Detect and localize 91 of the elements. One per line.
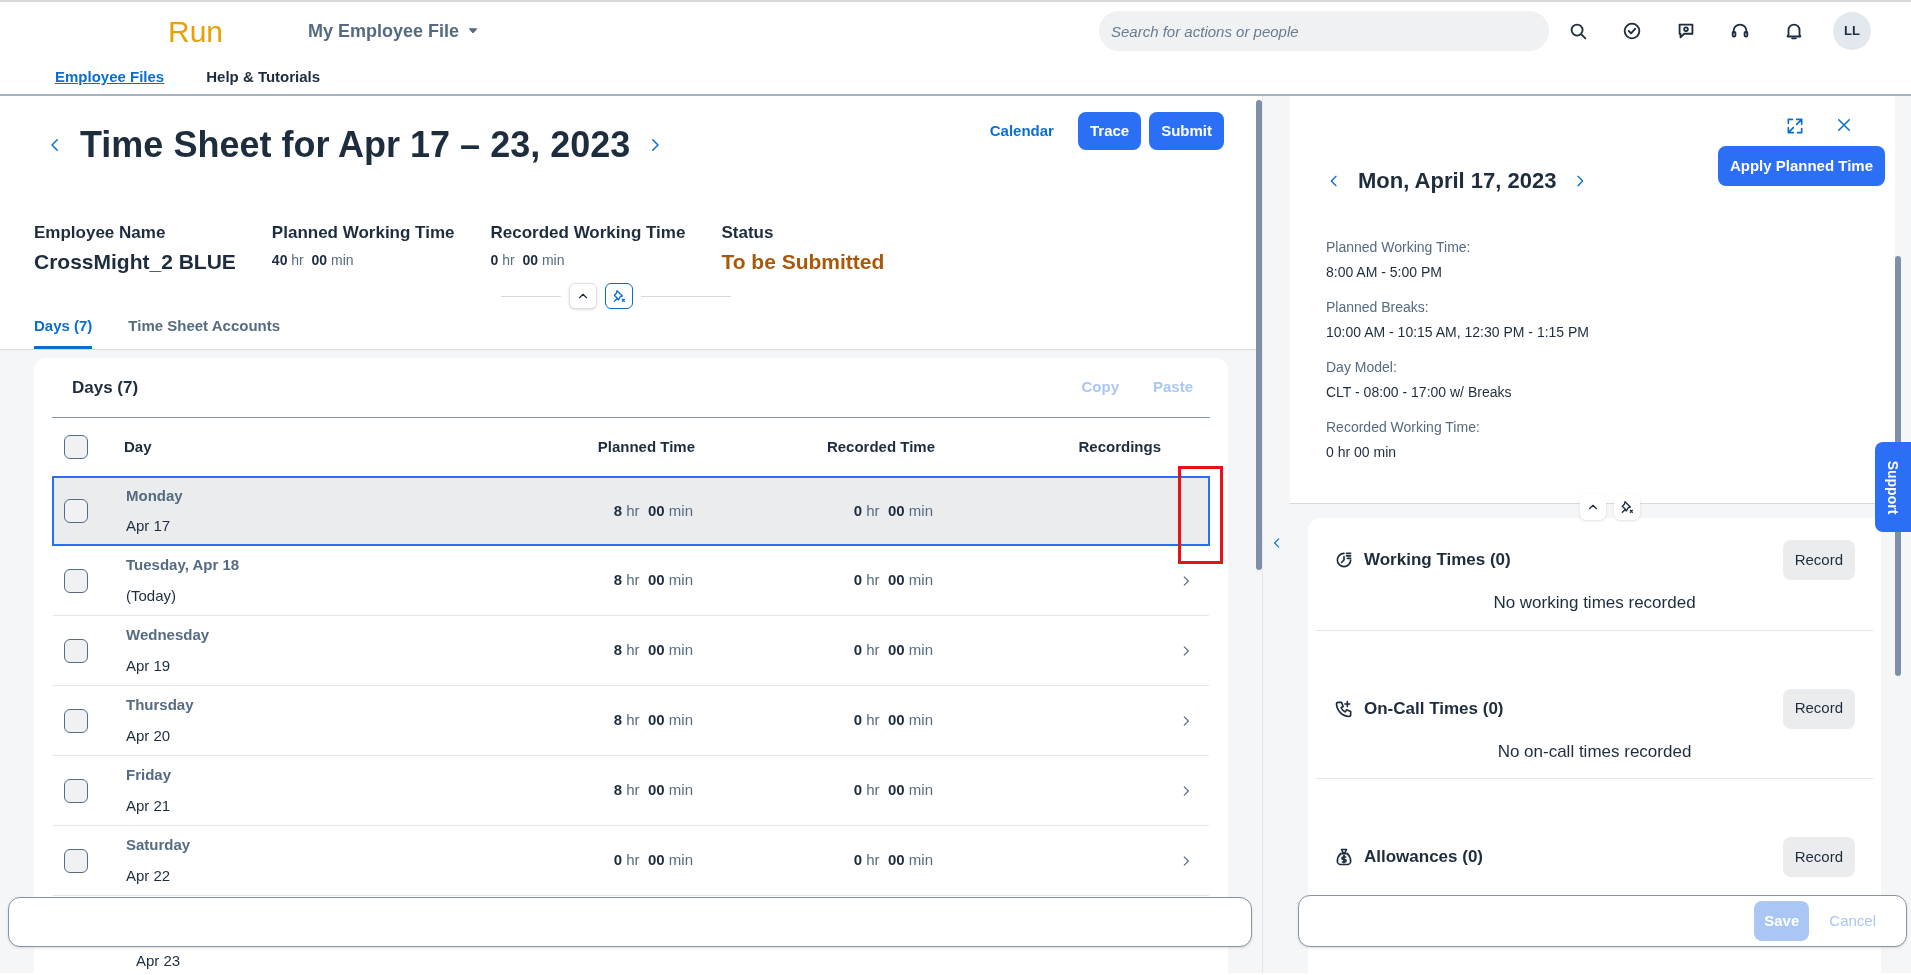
table-cell-text: 0 hr 00 min bbox=[852, 570, 933, 591]
fact-label: Planned Working Time: bbox=[1326, 238, 1472, 257]
table-cell-text: 0 hr 00 min bbox=[852, 500, 933, 521]
table-cell-text: 0 hr 00 min bbox=[612, 850, 693, 871]
day-name: Wednesday bbox=[126, 625, 211, 645]
table-cell-text: 8 hr 00 min bbox=[612, 780, 693, 801]
duration-value: 0 hr 00 min bbox=[490, 250, 566, 270]
table-cell-text: 8 hr 00 min bbox=[612, 640, 693, 661]
table-cell-text: 0 hr 00 min bbox=[852, 640, 933, 661]
search-field[interactable]: Search for actions or people bbox=[1099, 11, 1549, 51]
submit-button[interactable]: Submit bbox=[1149, 112, 1224, 150]
calendar-link[interactable]: Calendar bbox=[989, 119, 1054, 143]
fact-value: CLT - 08:00 - 17:00 w/ Breaks bbox=[1326, 383, 1513, 402]
table-row[interactable]: Saturday Apr 22 0 hr 00 min 0 hr 00 min bbox=[52, 826, 1210, 896]
empty-message: No on-call times recorded bbox=[1496, 740, 1693, 763]
employee-name: CrossMight_2 BLUE bbox=[34, 248, 236, 275]
fact-value: 8:00 AM - 5:00 PM bbox=[1326, 263, 1443, 282]
column-header: Day bbox=[124, 436, 153, 457]
table-cell-text: 0 hr 00 min bbox=[852, 850, 933, 871]
day-date: Apr 23 bbox=[136, 951, 182, 971]
day-name: Saturday bbox=[126, 835, 192, 855]
clock-icon bbox=[1334, 550, 1354, 570]
close-icon[interactable] bbox=[1835, 116, 1853, 134]
section-title: Allowances (0) bbox=[1364, 846, 1484, 869]
tab[interactable]: Time Sheet Accounts bbox=[128, 315, 281, 349]
checkbox[interactable] bbox=[64, 848, 88, 873]
day-date: Apr 19 bbox=[126, 655, 172, 676]
table-cell-text: 8 hr 00 min bbox=[612, 710, 693, 731]
detail-title: Mon, April 17, 2023 bbox=[1358, 167, 1557, 195]
table-cell-text: 8 hr 00 min bbox=[612, 500, 693, 521]
pin-button[interactable] bbox=[1614, 494, 1640, 520]
page-title: Time Sheet for Apr 17 – 23, 2023 bbox=[80, 123, 631, 167]
fact-value: 0 hr 00 min bbox=[1326, 443, 1398, 462]
table-row[interactable]: Thursday Apr 20 8 hr 00 min 0 hr 00 min bbox=[52, 686, 1210, 756]
checkbox[interactable] bbox=[64, 435, 88, 459]
table-cell-text: 0 hr 00 min bbox=[852, 710, 933, 731]
fact-label: Planned Breaks: bbox=[1326, 298, 1430, 317]
fact-value: 10:00 AM - 10:15 AM, 12:30 PM - 1:15 PM bbox=[1326, 323, 1591, 342]
day-name: Monday bbox=[126, 485, 184, 506]
table-row[interactable]: Wednesday Apr 19 8 hr 00 min 0 hr 00 min bbox=[52, 616, 1210, 686]
table-row[interactable]: Tuesday, Apr 18 (Today) 8 hr 00 min 0 hr 00 min bbox=[52, 546, 1210, 616]
column-header: Recordings bbox=[1077, 436, 1162, 457]
field-label: Employee Name bbox=[34, 222, 167, 244]
phone-icon bbox=[1334, 698, 1354, 719]
avatar[interactable]: LL bbox=[1833, 12, 1871, 50]
day-date: Apr 17 bbox=[126, 516, 172, 536]
expand-icon[interactable] bbox=[1785, 116, 1805, 136]
app-menu[interactable]: My Employee File bbox=[308, 17, 480, 45]
column-header: Recorded Time bbox=[825, 436, 935, 457]
table-cell-text: 8 hr 00 min bbox=[612, 570, 693, 591]
field-label: Status bbox=[721, 222, 775, 244]
section-title: On-Call Times (0) bbox=[1364, 697, 1504, 720]
pin-icon bbox=[1619, 499, 1635, 515]
column-header: Planned Time bbox=[596, 436, 695, 457]
card-title: Days (7) bbox=[72, 376, 139, 399]
fact-label: Recorded Working Time: bbox=[1326, 418, 1481, 437]
table-cell-text: 0 hr 00 min bbox=[852, 780, 933, 801]
day-name: Friday bbox=[126, 765, 172, 785]
record-button[interactable]: Record bbox=[1782, 837, 1855, 877]
checkbox[interactable] bbox=[64, 499, 88, 523]
checkbox[interactable] bbox=[64, 638, 88, 663]
day-name: Tuesday, Apr 18 bbox=[126, 555, 241, 575]
table-row[interactable]: Friday Apr 21 8 hr 00 min 0 hr 00 min bbox=[52, 756, 1210, 826]
record-button[interactable]: Record bbox=[1782, 540, 1855, 580]
checkbox[interactable] bbox=[64, 778, 88, 803]
money-bag-icon bbox=[1334, 847, 1354, 867]
day-date: (Today) bbox=[126, 585, 178, 606]
fact-label: Day Model: bbox=[1326, 358, 1398, 377]
record-button[interactable]: Record bbox=[1782, 688, 1855, 729]
status-value: To be Submitted bbox=[721, 248, 885, 275]
nav-link[interactable]: Employee Files bbox=[55, 65, 165, 89]
day-date: Apr 21 bbox=[126, 795, 172, 816]
duration-value: 40 hr 00 min bbox=[271, 250, 355, 270]
section-title: Working Times (0) bbox=[1364, 549, 1511, 572]
day-name: Thursday bbox=[126, 695, 195, 715]
field-label: Planned Working Time bbox=[271, 222, 455, 244]
checkbox[interactable] bbox=[64, 568, 88, 593]
nav-link[interactable]: Help & Tutorials bbox=[206, 65, 321, 89]
day-date: Apr 20 bbox=[126, 725, 172, 746]
checkbox[interactable] bbox=[64, 708, 88, 733]
tab[interactable]: Days (7) bbox=[34, 315, 93, 349]
check-circle-icon[interactable] bbox=[1621, 20, 1643, 42]
day-date: Apr 22 bbox=[126, 865, 172, 886]
table-row[interactable]: Monday Apr 17 8 hr 00 min 0 hr 00 min bbox=[52, 476, 1210, 546]
support-tab[interactable]: Support bbox=[1875, 442, 1911, 532]
apply-planned-time-button[interactable]: Apply Planned Time bbox=[1717, 146, 1885, 186]
trace-button[interactable]: Trace bbox=[1077, 112, 1142, 150]
pin-icon bbox=[611, 288, 627, 304]
field-label: Recorded Working Time bbox=[490, 222, 686, 244]
empty-message: No working times recorded bbox=[1492, 592, 1697, 614]
scrollbar[interactable] bbox=[1256, 100, 1262, 570]
